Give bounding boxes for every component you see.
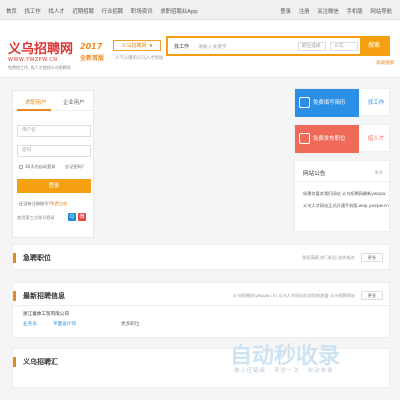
notice-more-link[interactable]: 更多 xyxy=(375,170,383,176)
top-link-find-talent[interactable]: 找人才 xyxy=(48,9,64,15)
search-button[interactable]: 搜索 xyxy=(360,38,388,54)
city-hint: 人气火爆的义乌人才网站 xyxy=(115,56,164,61)
resume-cta-text: 免费填写简历 xyxy=(313,100,346,106)
advanced-search-link[interactable]: 高级搜索 xyxy=(376,60,394,66)
top-bar: 首页 找工作 找人才 近期招聘 行业招聘 职场资讯 求职招聘业App 登录 注册… xyxy=(0,0,400,20)
weibo-login-icon[interactable]: 微 xyxy=(78,213,86,221)
notice-divider xyxy=(295,181,391,182)
top-link-industry[interactable]: 行业招聘 xyxy=(102,9,124,15)
urgent-jobs-section: 急聘职位 急招高薪,热门职位,抢先报名 更多 xyxy=(12,244,390,270)
top-user-links: 登录 注册 关注微信 手机版 网站导航 xyxy=(274,7,392,15)
top-link-wechat[interactable]: 关注微信 xyxy=(317,9,339,15)
logo-text: 义乌招聘网 xyxy=(8,42,74,57)
section-accent-bar xyxy=(13,253,16,263)
urgent-jobs-subtitle: 急招高薪,热门职位,抢先报名 xyxy=(302,255,355,260)
top-link-login[interactable]: 登录 xyxy=(280,9,291,15)
remember-checkbox[interactable] xyxy=(19,165,23,169)
more-jobs-link[interactable]: 更多职位 xyxy=(121,321,139,327)
notice-item[interactable]: 如果你喜欢我们网站 义乌招聘网最新ywzpw xyxy=(303,191,389,197)
urgent-jobs-more-button[interactable]: 更多 xyxy=(361,253,383,262)
logo-domain: WWW.YWZPW.CN xyxy=(8,57,58,63)
job-link[interactable]: 平面设计师 xyxy=(53,321,76,327)
latest-jobs-title: 最新招聘信息 xyxy=(23,292,65,300)
register-link[interactable]: 免费注册 xyxy=(51,201,68,206)
login-tabs: 求职用户 企业用户 xyxy=(13,91,95,111)
top-link-find-job[interactable]: 找工作 xyxy=(25,9,41,15)
section-accent-bar xyxy=(13,291,16,301)
password-field[interactable]: 密码 xyxy=(17,145,91,157)
tab-job-seeker[interactable]: 求职用户 xyxy=(25,98,47,106)
urgent-jobs-title: 急聘职位 xyxy=(23,254,51,262)
top-link-news[interactable]: 职场资讯 xyxy=(131,9,153,15)
resume-cta-highlight: 免费填写简历 xyxy=(295,89,359,117)
search-input[interactable]: 请输入关键字 xyxy=(198,43,227,50)
city-switch-label: 义乌招聘网 xyxy=(121,43,147,49)
find-talent-button[interactable]: 招人才 xyxy=(361,125,391,153)
year-badge-sub: 全新首版 xyxy=(80,55,105,62)
tab-company[interactable]: 企业用户 xyxy=(63,98,85,106)
post-job-cta[interactable]: 免费发布职位 招人才 xyxy=(294,124,391,153)
search-box: 找工作 请输入关键字 职位选择 义乌 搜索 xyxy=(166,36,390,56)
active-tab-indicator xyxy=(17,109,51,111)
forgot-password-link[interactable]: 忘记密码? xyxy=(65,164,84,170)
register-prompt: 还没有注册账号?免费注册 xyxy=(19,201,67,207)
top-nav: 首页 找工作 找人才 近期招聘 行业招聘 职场资讯 求职招聘业App xyxy=(6,7,204,15)
year-badge: 2017 xyxy=(80,42,103,51)
username-field[interactable]: 用户名 xyxy=(17,125,91,137)
notice-title: 网站公告 xyxy=(303,171,326,177)
company-link[interactable]: 浙江童帅工贸有限公司 xyxy=(23,311,69,317)
site-logo[interactable]: 义乌招聘网 WWW.YWZPW.CN 免费找工作, 找人才就到义乌招聘网 xyxy=(8,38,73,71)
search-area-select[interactable]: 义乌 xyxy=(330,42,358,51)
notice-item[interactable]: 义乌人才网站正式开通手机版,wap.ywzpw.cn xyxy=(303,203,389,209)
job-collection-title: 义乌招聘汇 xyxy=(23,358,58,366)
post-job-cta-text: 免费发布职位 xyxy=(313,136,346,142)
search-type-select[interactable]: 找工作 xyxy=(174,43,189,50)
resume-cta[interactable]: 免费填写简历 找工作 xyxy=(294,88,391,117)
third-party-login-label: 使用第三方账号登录 xyxy=(17,215,55,220)
resume-icon xyxy=(299,97,310,108)
top-link-mobile[interactable]: 手机版 xyxy=(347,9,363,15)
top-link-recent[interactable]: 近期招聘 xyxy=(72,9,94,15)
logo-slogan: 免费找工作, 找人才就到义乌招聘网 xyxy=(8,65,71,70)
register-prefix: 还没有注册账号? xyxy=(19,201,51,206)
remember-me[interactable]: 30天内自动登录 xyxy=(19,164,55,170)
job-collection-section: 义乌招聘汇 xyxy=(12,348,390,388)
latest-jobs-section: 最新招聘信息 义乌招聘网(ywzpw.cn) 义乌人才网站欢迎您的加盟 义乌招聘… xyxy=(12,282,391,338)
notice-panel: 网站公告 更多 如果你喜欢我们网站 义乌招聘网最新ywzpw 义乌人才网站正式开… xyxy=(294,160,391,232)
qq-login-icon[interactable]: Q xyxy=(68,213,76,221)
login-panel: 求职用户 企业用户 用户名 密码 30天内自动登录 忘记密码? 登录 还没有注册… xyxy=(12,90,95,238)
section-divider xyxy=(13,305,391,306)
top-link-sitemap[interactable]: 网站导航 xyxy=(370,9,392,15)
job-link[interactable]: 业务员 xyxy=(23,321,37,327)
top-link-app[interactable]: 求职招聘业App xyxy=(160,9,198,15)
latest-jobs-more-button[interactable]: 更多 xyxy=(361,291,383,300)
post-job-cta-highlight: 免费发布职位 xyxy=(295,125,359,153)
latest-jobs-subtitle: 义乌招聘网(ywzpw.cn) 义乌人才网站欢迎您的加盟 义乌招聘网站 xyxy=(232,293,355,298)
post-job-icon xyxy=(299,133,310,144)
section-accent-bar xyxy=(13,357,16,367)
city-switch-button[interactable]: 义乌招聘网 ▼ xyxy=(113,40,161,51)
top-link-home[interactable]: 首页 xyxy=(6,9,17,15)
search-category-select[interactable]: 职位选择 xyxy=(298,42,326,51)
chevron-down-icon: ▼ xyxy=(149,43,153,48)
find-job-button[interactable]: 找工作 xyxy=(361,89,391,117)
top-link-register[interactable]: 注册 xyxy=(299,9,310,15)
login-button[interactable]: 登录 xyxy=(17,179,91,193)
remember-label: 30天内自动登录 xyxy=(25,164,56,169)
